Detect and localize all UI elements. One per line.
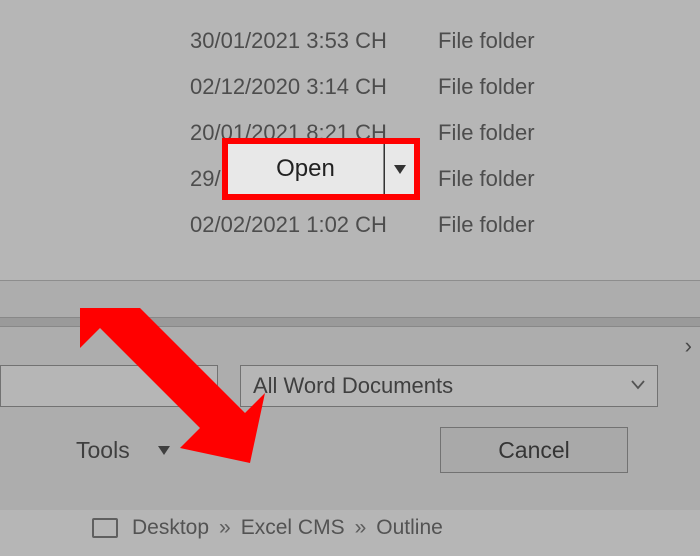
cell-type: File folder (438, 212, 535, 238)
scrollbar-horizontal[interactable] (0, 317, 700, 327)
breadcrumb-separator-icon: » (355, 516, 367, 540)
table-row[interactable]: 02/02/2021 1:02 CH File folder (0, 202, 700, 248)
scroll-right-icon[interactable]: › (685, 333, 692, 359)
file-type-select-label: All Word Documents (253, 373, 453, 399)
breadcrumb-part: Excel CMS (241, 516, 345, 540)
table-row[interactable]: 30/01/2021 3:53 CH File folder (0, 18, 700, 64)
filename-input[interactable] (0, 365, 218, 407)
open-label: Open (276, 155, 335, 183)
tools-button[interactable]: Tools (76, 427, 170, 473)
open-button-highlight: Open (222, 138, 420, 200)
breadcrumb-part: Desktop (132, 516, 209, 540)
cell-date: 02/12/2020 3:14 CH (0, 74, 438, 100)
cell-date: 02/02/2021 1:02 CH (0, 212, 438, 238)
caret-down-icon (158, 446, 170, 455)
open-button-dropdown[interactable] (384, 144, 414, 194)
breadcrumb-part: Outline (376, 516, 443, 540)
cell-type: File folder (438, 74, 535, 100)
tools-label: Tools (76, 437, 130, 464)
cell-type: File folder (438, 28, 535, 54)
cancel-label: Cancel (498, 437, 570, 464)
folder-icon (92, 518, 118, 538)
open-button[interactable]: Open (228, 144, 384, 194)
cell-type: File folder (438, 166, 535, 192)
dialog-bottom-panel: › All Word Documents Tools Cancel (0, 280, 700, 510)
breadcrumb[interactable]: Desktop » Excel CMS » Outline (92, 516, 443, 540)
file-list: 30/01/2021 3:53 CH File folder 02/12/202… (0, 18, 700, 248)
breadcrumb-separator-icon: » (219, 516, 231, 540)
cancel-button[interactable]: Cancel (440, 427, 628, 473)
cell-date: 30/01/2021 3:53 CH (0, 28, 438, 54)
caret-down-icon (394, 165, 406, 174)
cell-type: File folder (438, 120, 535, 146)
file-type-select[interactable]: All Word Documents (240, 365, 658, 407)
chevron-down-icon (631, 377, 645, 395)
table-row[interactable]: 02/12/2020 3:14 CH File folder (0, 64, 700, 110)
